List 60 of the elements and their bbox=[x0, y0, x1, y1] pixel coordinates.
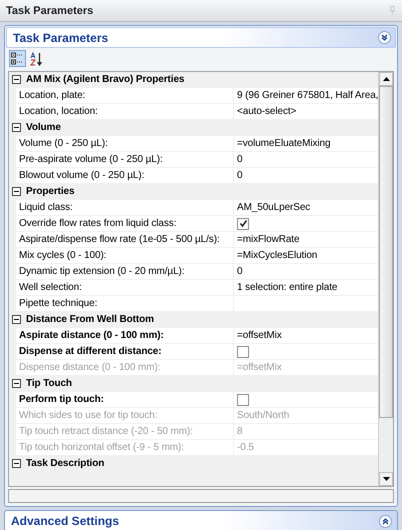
property-value[interactable]: 0 bbox=[234, 264, 378, 279]
property-name: Dispense distance (0 - 100 mm): bbox=[16, 360, 233, 375]
property-value[interactable]: 1 selection: entire plate bbox=[234, 280, 378, 295]
category-header[interactable]: Volume bbox=[24, 120, 378, 135]
scrollbar-thumb[interactable] bbox=[379, 86, 393, 418]
collapse-icon[interactable] bbox=[12, 187, 21, 196]
property-value[interactable]: 0 bbox=[234, 168, 378, 183]
collapse-icon[interactable] bbox=[12, 123, 21, 132]
scroll-up-icon[interactable] bbox=[379, 72, 393, 86]
property-name: Aspirate/dispense flow rate (1e-05 - 500 µL/s): bbox=[16, 232, 233, 247]
property-value[interactable]: <auto-select> bbox=[234, 104, 378, 119]
property-name: Tip touch horizontal offset (-9 - 5 mm): bbox=[16, 440, 233, 455]
property-name: Liquid class: bbox=[16, 200, 233, 215]
property-name: Pre-aspirate volume (0 - 250 µL): bbox=[16, 152, 233, 167]
collapse-icon[interactable] bbox=[12, 315, 21, 324]
property-name: Dynamic tip extension (0 - 20 mm/µL): bbox=[16, 264, 233, 279]
property-name: Volume (0 - 250 µL): bbox=[16, 136, 233, 151]
category-header[interactable]: Distance From Well Bottom bbox=[24, 312, 378, 327]
property-name: Location, location: bbox=[16, 104, 233, 119]
panel-title: Task Parameters bbox=[13, 30, 108, 44]
panel-header[interactable]: Advanced Settings bbox=[4, 510, 398, 530]
property-value[interactable]: 9 (96 Greiner 675801, Half Area, bbox=[234, 88, 378, 103]
property-name: Location, plate: bbox=[16, 88, 233, 103]
collapse-icon[interactable] bbox=[12, 459, 21, 468]
property-name: Perform tip touch: bbox=[16, 392, 233, 407]
chevron-up-icon[interactable] bbox=[379, 514, 392, 528]
window-title: Task Parameters bbox=[6, 4, 94, 16]
property-value[interactable]: AM_50uLperSec bbox=[234, 200, 378, 215]
checkbox[interactable] bbox=[237, 394, 249, 406]
property-value[interactable]: =mixFlowRate bbox=[234, 232, 378, 247]
sort-alphabetical-icon bbox=[30, 52, 43, 66]
property-value[interactable]: 0 bbox=[234, 152, 378, 167]
categorized-view-button[interactable] bbox=[9, 50, 26, 67]
property-name: Aspirate distance (0 - 100 mm): bbox=[16, 328, 233, 343]
property-name: Dispense at different distance: bbox=[16, 344, 233, 359]
collapse-icon[interactable] bbox=[12, 75, 21, 84]
category-header[interactable]: Task Description bbox=[24, 456, 378, 471]
panel-title: Advanced Settings bbox=[11, 514, 120, 528]
property-name: Tip touch retract distance (-20 - 50 mm): bbox=[16, 424, 233, 439]
categorized-view-icon bbox=[11, 52, 24, 65]
property-value[interactable]: =volumeEluateMixing bbox=[234, 136, 378, 151]
category-header[interactable]: Tip Touch bbox=[24, 376, 378, 391]
property-name: Blowout volume (0 - 250 µL): bbox=[16, 168, 233, 183]
property-name: Well selection: bbox=[16, 280, 233, 295]
property-name: Override flow rates from liquid class: bbox=[16, 216, 233, 231]
panel-header[interactable]: Task Parameters bbox=[6, 27, 396, 48]
alphabetical-view-button[interactable] bbox=[28, 50, 45, 67]
checkbox[interactable] bbox=[237, 346, 249, 358]
scroll-down-icon[interactable] bbox=[379, 472, 393, 486]
checkbox[interactable] bbox=[237, 218, 249, 230]
category-header[interactable]: AM Mix (Agilent Bravo) Properties bbox=[24, 72, 378, 87]
collapse-icon[interactable] bbox=[12, 379, 21, 388]
property-name: Mix cycles (0 - 100): bbox=[16, 248, 233, 263]
property-name: Which sides to use for tip touch: bbox=[16, 408, 233, 423]
chevron-down-icon[interactable] bbox=[378, 31, 391, 44]
property-value[interactable]: =offsetMix bbox=[234, 328, 378, 343]
property-value[interactable]: =MixCyclesElution bbox=[234, 248, 378, 263]
scrollbar[interactable] bbox=[378, 72, 393, 486]
category-header[interactable]: Properties bbox=[24, 184, 378, 199]
property-name: Pipette technique: bbox=[16, 296, 233, 311]
